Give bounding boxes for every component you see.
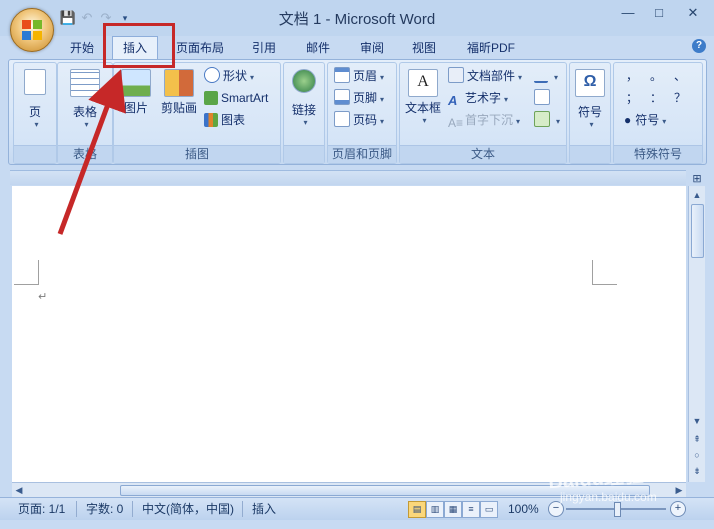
word-window: 💾 ↶ ↷ ▾ 文档 1 - Microsoft Word — □ ✕ 开始 插… — [0, 0, 714, 529]
office-button[interactable] — [10, 8, 54, 52]
annotation-arrow — [57, 69, 126, 235]
office-logo-icon — [22, 20, 42, 40]
arrow-line — [57, 69, 126, 235]
